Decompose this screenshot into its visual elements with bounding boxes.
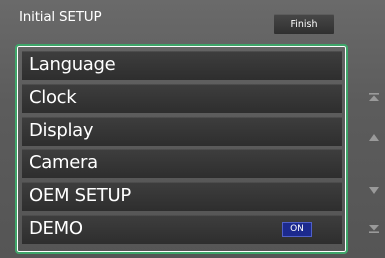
menu-item-label: OEM SETUP	[29, 185, 131, 207]
scroll-controls	[362, 84, 384, 244]
title-bar: Initial SETUP Finish	[0, 0, 385, 36]
menu-item-oem-setup[interactable]: OEM SETUP	[22, 182, 342, 212]
scroll-to-bottom-icon[interactable]	[367, 222, 380, 234]
menu-item-label: Clock	[29, 86, 77, 108]
menu-item-language[interactable]: Language	[22, 51, 342, 80]
menu-item-camera[interactable]: Camera	[22, 149, 342, 179]
menu-item-clock[interactable]: Clock	[22, 83, 342, 113]
scroll-down-icon[interactable]	[367, 184, 380, 196]
scroll-to-top-icon[interactable]	[367, 92, 380, 104]
menu-item-demo[interactable]: DEMO ON	[22, 214, 342, 244]
demo-on-toggle[interactable]: ON	[282, 221, 312, 237]
finish-button[interactable]: Finish	[274, 14, 334, 34]
setup-menu-list: Language Clock Display Camera OEM SETUP …	[22, 51, 342, 248]
menu-item-label: Camera	[29, 152, 98, 174]
menu-item-label: Display	[29, 119, 94, 141]
menu-item-label: DEMO	[29, 217, 83, 239]
menu-item-label: Language	[29, 54, 116, 75]
scroll-up-icon[interactable]	[367, 132, 380, 144]
initial-setup-screen: Initial SETUP Finish Language Clock Disp…	[0, 0, 385, 258]
menu-item-display[interactable]: Display	[22, 116, 342, 146]
page-title: Initial SETUP	[19, 9, 102, 25]
